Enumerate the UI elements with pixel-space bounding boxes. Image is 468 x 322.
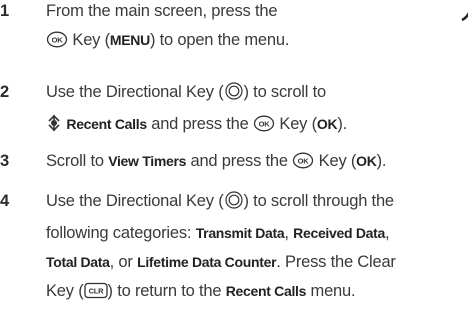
ok-key-icon: OK xyxy=(292,150,314,179)
key-label: Key ( xyxy=(318,152,357,170)
ok-key-text: OK xyxy=(52,36,64,45)
directional-key-icon xyxy=(224,190,244,219)
clr-key-icon: CLR xyxy=(83,280,108,309)
recent-calls-label: Recent Calls xyxy=(225,283,307,299)
key-label: Key ( xyxy=(72,31,110,49)
ok-key-text: OK xyxy=(259,120,271,129)
step-text: Scroll to View Timers and press the OK K… xyxy=(46,147,464,179)
ok-label: OK xyxy=(316,116,338,132)
transmit-data-label: Transmit Data xyxy=(195,225,285,241)
step-number: 1 xyxy=(0,2,9,20)
step-line: Use the Directional Key ( xyxy=(46,192,224,210)
step-number: 3 xyxy=(0,152,9,170)
key-label: Key ( xyxy=(279,115,317,133)
step-line-end: ). xyxy=(376,152,387,170)
step-text: From the main screen, press the OK Key (… xyxy=(46,0,464,58)
step-line-end: . Press the Clear xyxy=(276,253,396,271)
step-line: From the main screen, press the xyxy=(46,2,278,20)
step-line: following categories: xyxy=(46,224,196,242)
step-line: Scroll to xyxy=(46,152,109,170)
step-text: Use the Directional Key () to scroll to … xyxy=(46,78,464,142)
ok-label: OK xyxy=(356,153,377,169)
total-data-label: Total Data xyxy=(46,254,110,270)
separator: , xyxy=(284,224,294,242)
ok-key-icon: OK xyxy=(46,29,68,58)
step-line: and press the xyxy=(151,115,249,133)
directional-key-icon xyxy=(224,81,244,110)
step-line: Key ( xyxy=(46,282,84,300)
step-line-end: ) to scroll through the xyxy=(243,192,395,210)
step-line: Use the Directional Key ( xyxy=(46,83,224,101)
received-data-label: Received Data xyxy=(293,225,385,241)
recent-calls-label: Recent Calls xyxy=(66,116,147,132)
separator: , xyxy=(384,224,390,242)
menu-label: MENU xyxy=(109,32,150,48)
clr-key-text: CLR xyxy=(88,287,104,296)
ok-key-text: OK xyxy=(298,157,310,166)
lifetime-data-counter-label: Lifetime Data Counter xyxy=(137,254,277,270)
ok-key-icon: OK xyxy=(253,113,275,142)
step-number: 4 xyxy=(0,192,9,210)
step-line: and press the xyxy=(186,152,288,170)
step-line-end: ) to scroll to xyxy=(243,83,327,101)
step-line-end: ). xyxy=(337,115,347,133)
step-number: 2 xyxy=(0,83,9,101)
step-line-end: menu. xyxy=(306,282,356,300)
step-line: ) to return to the xyxy=(107,282,226,300)
separator: , or xyxy=(109,253,138,271)
view-timers-label: View Timers xyxy=(108,153,187,169)
step-text: Use the Directional Key ( ) to scroll thr… xyxy=(46,187,464,309)
step-line-end: ) to open the menu. xyxy=(149,31,290,49)
recent-calls-icon xyxy=(46,113,62,142)
